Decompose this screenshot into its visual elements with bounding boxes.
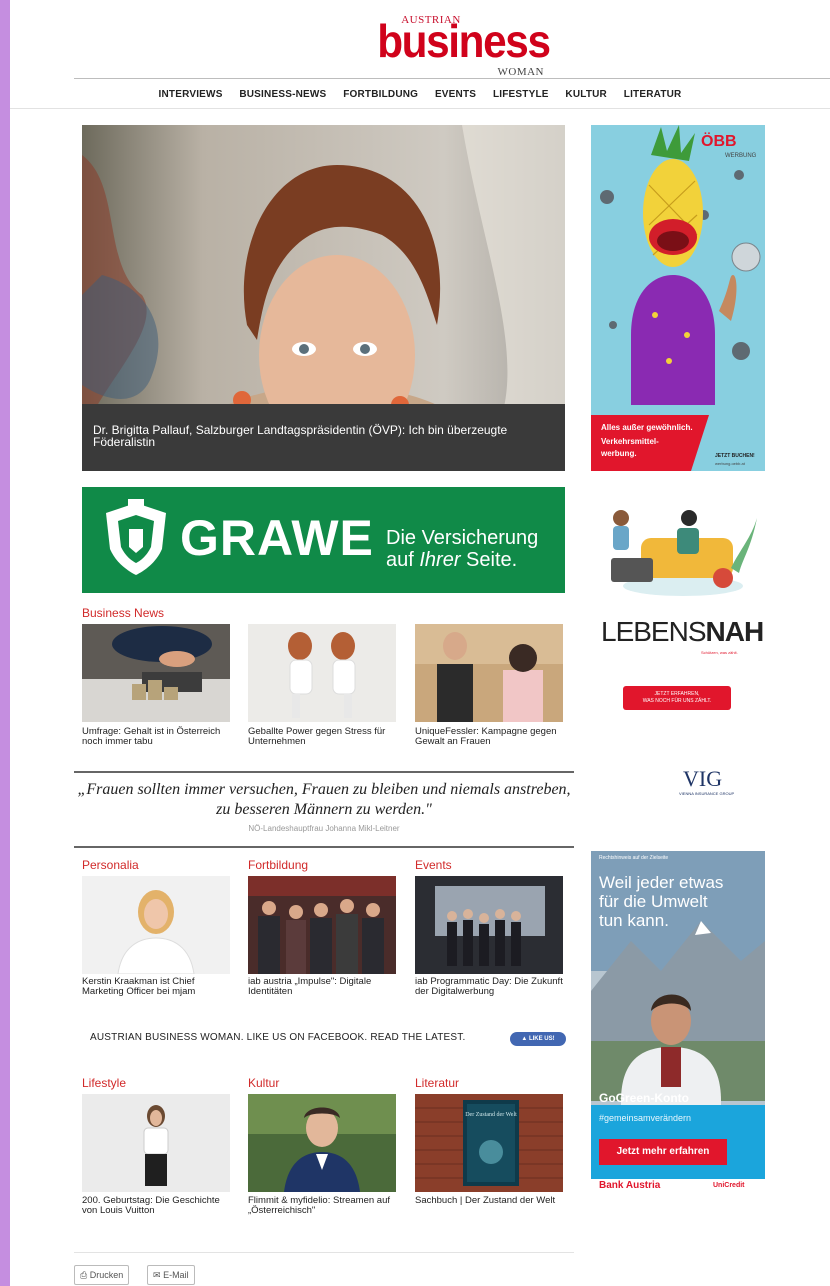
- print-label: Drucken: [89, 1270, 124, 1280]
- personalia-caption[interactable]: Kerstin Kraakman ist Chief Marketing Off…: [82, 977, 232, 997]
- quote-bottom-rule: [74, 846, 574, 848]
- vig-sub: Schützen, was zählt.: [701, 650, 738, 655]
- oebb-url: werbung.oebb.at: [715, 461, 745, 466]
- section-title-lifestyle[interactable]: Lifestyle: [82, 1076, 126, 1090]
- oebb-cta: JETZT BUCHEN!: [715, 453, 755, 459]
- grawe-slogan-a: auf: [386, 549, 420, 571]
- bank-legal: Rechtshinweis auf der Zielseite: [599, 855, 669, 861]
- oebb-logo: ÖBB: [701, 133, 737, 150]
- kultur-caption[interactable]: Flimmit & myfidelio: Streamen auf „Öster…: [248, 1196, 398, 1216]
- nav-item-business-news[interactable]: BUSINESS-NEWS: [239, 89, 326, 100]
- quote-text: „Frauen sollten immer versuchen, Frauen …: [77, 781, 571, 818]
- vig-cta-button[interactable]: JETZT ERFAHREN, WAS NOCH FÜR UNS ZÄHLT.: [623, 686, 731, 710]
- events-thumb[interactable]: [415, 876, 563, 974]
- oebb-tag1: Alles außer gewöhnlich.: [601, 423, 693, 432]
- vig-brand: LEBENSNAH: [601, 616, 765, 648]
- news-caption-3[interactable]: UniqueFessler: Kampagne gegen Gewalt an …: [415, 727, 565, 747]
- personalia-thumb[interactable]: [82, 876, 230, 974]
- kultur-thumb[interactable]: [248, 1094, 396, 1192]
- vig-cta-line1: JETZT ERFAHREN,: [654, 691, 700, 697]
- section-title-business-news[interactable]: Business News: [82, 606, 164, 620]
- lifestyle-thumb[interactable]: [82, 1094, 230, 1192]
- nav-item-events[interactable]: EVENTS: [435, 89, 476, 100]
- bank-brand: Bank Austria: [599, 1180, 661, 1191]
- oebb-sub: WERBUNG: [725, 153, 757, 159]
- nav-item-kultur[interactable]: KULTUR: [565, 89, 607, 100]
- fortbildung-thumb[interactable]: [248, 876, 396, 974]
- book-title-text: Der Zustand der Welt: [465, 1112, 517, 1118]
- footer-divider: [74, 1252, 574, 1253]
- bank-group: UniCredit: [713, 1182, 745, 1189]
- vig-brand-b: NAH: [705, 616, 765, 647]
- thumbs-up-icon: ▲: [521, 1036, 528, 1042]
- vig-logo-sub: VIENNA INSURANCE GROUP: [679, 791, 735, 796]
- nav-divider: [10, 108, 830, 109]
- logo-bottom-text: WOMAN: [497, 66, 544, 78]
- grawe-slogan-line1: Die Versicherung: [386, 527, 539, 549]
- bank-product: GoGreen-Konto: [599, 1091, 689, 1105]
- section-title-literatur[interactable]: Literatur: [415, 1076, 459, 1090]
- logo-main-text: business: [377, 15, 551, 67]
- bank-cta-button[interactable]: Jetzt mehr erfahren: [599, 1139, 727, 1165]
- facebook-like-button[interactable]: ▲ LIKE US!: [510, 1032, 566, 1046]
- literatur-caption[interactable]: Sachbuch | Der Zustand der Welt: [415, 1196, 565, 1206]
- section-title-events[interactable]: Events: [415, 858, 452, 872]
- fortbildung-caption[interactable]: iab austria „Impulse": Digitale Identitä…: [248, 977, 398, 997]
- email-button[interactable]: ✉ E-Mail: [147, 1265, 195, 1285]
- oebb-tag2: Verkehrsmittel-: [601, 437, 659, 446]
- lifestyle-caption[interactable]: 200. Geburtstag: Die Geschichte von Loui…: [82, 1196, 232, 1216]
- quote-source: NÖ-Landeshauptfrau Johanna Mikl-Leitner: [248, 824, 400, 833]
- grawe-slogan-b: Ihrer: [419, 549, 461, 571]
- section-title-personalia[interactable]: Personalia: [82, 858, 139, 872]
- nav-item-literatur[interactable]: LITERATUR: [624, 89, 682, 100]
- main-nav: INTERVIEWS BUSINESS-NEWS FORTBILDUNG EVE…: [10, 89, 830, 100]
- hero-caption[interactable]: Dr. Brigitta Pallauf, Salzburger Landtag…: [82, 404, 565, 471]
- bank-austria-ad[interactable]: Rechtshinweis auf der Zielseite Weil jed…: [591, 851, 765, 1197]
- news-thumb-1[interactable]: [82, 624, 230, 722]
- hero-article[interactable]: Dr. Brigitta Pallauf, Salzburger Landtag…: [82, 125, 565, 471]
- print-button[interactable]: ⎙ Drucken: [74, 1265, 130, 1285]
- news-caption-2[interactable]: Geballte Power gegen Stress für Unterneh…: [248, 727, 398, 747]
- bank-headline-3: tun kann.: [599, 911, 669, 930]
- grawe-slogan-c: Seite.: [460, 549, 518, 571]
- page: AUSTRIAN business WOMAN INTERVIEWS BUSIN…: [10, 0, 830, 1286]
- nav-item-interviews[interactable]: INTERVIEWS: [159, 89, 223, 100]
- bank-hashtag: #gemeinsamverändern: [599, 1113, 692, 1123]
- literatur-thumb[interactable]: Der Zustand der Welt: [415, 1094, 563, 1192]
- section-title-fortbildung[interactable]: Fortbildung: [248, 858, 308, 872]
- grawe-brand: GRAWE: [180, 510, 374, 566]
- nav-item-lifestyle[interactable]: LIFESTYLE: [493, 89, 549, 100]
- news-caption-1[interactable]: Umfrage: Gehalt ist in Österreich noch i…: [82, 727, 232, 747]
- news-thumb-3[interactable]: [415, 624, 563, 722]
- grawe-shield-icon: [106, 499, 166, 575]
- site-logo[interactable]: AUSTRIAN business WOMAN: [370, 14, 551, 78]
- vig-ad[interactable]: LEBENSNAH Schützen, was zählt. JETZT ERF…: [591, 478, 765, 820]
- printer-icon: ⎙: [80, 1270, 88, 1280]
- vig-ad-artwork: [611, 510, 757, 596]
- grawe-slogan-line2: auf Ihrer Seite.: [386, 549, 538, 571]
- vig-cta-line2: WAS NOCH FÜR UNS ZÄHLT.: [642, 698, 712, 704]
- bank-headline-1: Weil jeder etwas: [599, 873, 724, 892]
- section-title-kultur[interactable]: Kultur: [248, 1076, 279, 1090]
- email-label: E-Mail: [163, 1270, 189, 1280]
- header-divider: [74, 78, 830, 79]
- oebb-ad[interactable]: ÖBB WERBUNG Alles außer gewöhnlich. Verk…: [591, 125, 765, 471]
- quote-top-rule: [74, 771, 574, 773]
- events-caption[interactable]: iab Programmatic Day: Die Zukunft der Di…: [415, 977, 565, 997]
- envelope-icon: ✉: [153, 1270, 161, 1280]
- vig-logo: VIG: [683, 766, 723, 791]
- oebb-ad-artwork: [591, 125, 761, 471]
- nav-item-fortbildung[interactable]: FORTBILDUNG: [343, 89, 418, 100]
- bank-headline-2: für die Umwelt: [599, 892, 708, 911]
- grawe-ad[interactable]: GRAWE Die Versicherung auf Ihrer Seite.: [82, 487, 565, 593]
- news-thumb-2[interactable]: [248, 624, 396, 722]
- facebook-promo-text: AUSTRIAN BUSINESS WOMAN. LIKE US ON FACE…: [90, 1032, 466, 1043]
- vig-brand-a: LEBENS: [601, 616, 706, 647]
- bank-headline: Weil jeder etwas für die Umwelt tun kann…: [599, 873, 723, 930]
- oebb-tag3: werbung.: [601, 449, 637, 458]
- facebook-like-label: LIKE US!: [528, 1036, 555, 1042]
- grawe-slogan: Die Versicherung auf Ihrer Seite.: [386, 527, 538, 571]
